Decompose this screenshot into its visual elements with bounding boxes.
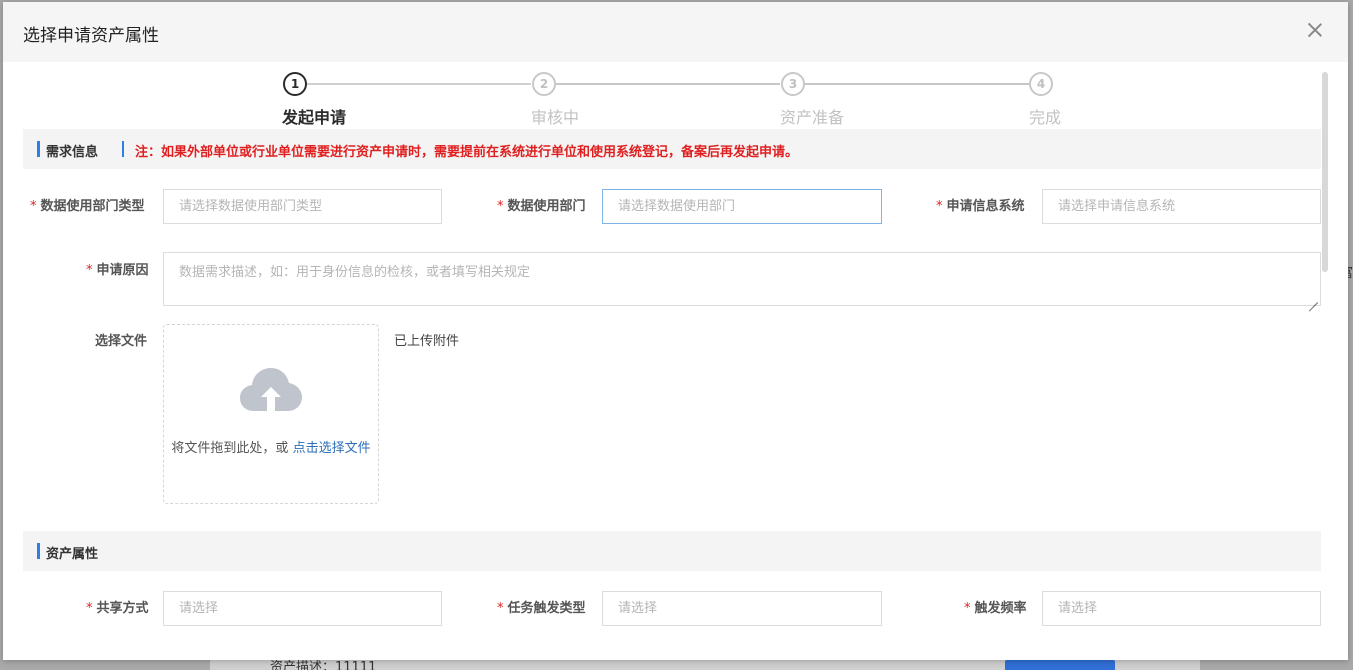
frequency-select[interactable]: 请选择 <box>1042 591 1321 626</box>
textarea-placeholder: 数据需求描述，如：用于身份信息的检核，或者填写相关规定 <box>179 265 531 280</box>
required-mark: * <box>86 263 93 278</box>
cloud-upload-icon <box>240 368 302 411</box>
dept-label: * 数据使用部门 <box>497 195 586 214</box>
step-1-circle: 1 <box>283 72 307 96</box>
trigger-type-label: * 任务触发类型 <box>497 597 586 616</box>
section-title: 需求信息 <box>46 145 99 160</box>
file-dropzone[interactable]: 将文件拖到此处，或 点击选择文件 <box>163 324 379 504</box>
required-mark: * <box>497 199 504 214</box>
share-select[interactable]: 请选择 <box>163 591 442 626</box>
file-label: 选择文件 <box>95 334 148 349</box>
dialog-title: 选择申请资产属性 <box>23 26 159 46</box>
step-connector <box>307 83 531 85</box>
section-title: 资产属性 <box>46 547 99 562</box>
resize-handle-icon[interactable] <box>1308 293 1318 303</box>
step-3-label: 资产准备 <box>780 108 845 127</box>
dialog-header: 选择申请资产属性 <box>3 2 1348 62</box>
section-accent-bar <box>37 141 40 157</box>
upload-hint: 将文件拖到此处，或 点击选择文件 <box>164 437 378 456</box>
section-accent-bar <box>37 543 40 559</box>
label-text: 数据使用部门类型 <box>40 199 145 214</box>
step-1-label: 发起申请 <box>282 108 347 127</box>
system-select[interactable]: 请选择申请信息系统 <box>1042 189 1321 224</box>
select-file-link[interactable]: 点击选择文件 <box>293 441 371 456</box>
share-label: * 共享方式 <box>86 597 149 616</box>
section-note: 注：如果外部单位或行业单位需要进行资产申请时，需要提前在系统进行单位和使用系统登… <box>135 145 799 160</box>
trigger-type-select[interactable]: 请选择 <box>602 591 882 626</box>
label-text: 申请信息系统 <box>946 199 1025 214</box>
uploaded-attachments-label: 已上传附件 <box>394 334 460 349</box>
required-mark: * <box>964 601 971 616</box>
label-text: 共享方式 <box>96 601 149 616</box>
text-cursor <box>122 141 124 157</box>
required-mark: * <box>30 199 37 214</box>
step-4-label: 完成 <box>1029 108 1062 127</box>
step-connector <box>556 83 780 85</box>
required-mark: * <box>936 199 943 214</box>
reason-textarea[interactable]: 数据需求描述，如：用于身份信息的检核，或者填写相关规定 <box>163 252 1321 306</box>
step-4-circle: 4 <box>1029 72 1053 96</box>
backdrop-button <box>1005 660 1115 670</box>
asset-section-header: 资产属性 <box>23 531 1321 571</box>
dept-select[interactable]: 请选择数据使用部门 <box>602 189 882 224</box>
upload-hint-text: 将文件拖到此处，或 <box>171 441 289 456</box>
demand-section-header: 需求信息 注：如果外部单位或行业单位需要进行资产申请时，需要提前在系统进行单位和… <box>23 129 1321 169</box>
system-label: * 申请信息系统 <box>936 195 1025 214</box>
step-2-circle: 2 <box>532 72 556 96</box>
step-connector <box>805 83 1029 85</box>
dialog-body: 1 2 3 4 发起申请 审核中 资产准备 完成 需求信息 注：如果外部单位或行… <box>3 62 1348 660</box>
label-text: 数据使用部门 <box>507 199 586 214</box>
required-mark: * <box>497 601 504 616</box>
progress-steps: 1 2 3 4 发起申请 审核中 资产准备 完成 <box>3 62 1348 128</box>
close-icon[interactable] <box>1304 19 1326 41</box>
reason-label: * 申请原因 <box>86 259 149 278</box>
dept-type-select[interactable]: 请选择数据使用部门类型 <box>163 189 442 224</box>
frequency-label: * 触发频率 <box>964 597 1027 616</box>
dept-type-label: * 数据使用部门类型 <box>30 195 145 214</box>
label-text: 任务触发类型 <box>507 601 586 616</box>
step-3-circle: 3 <box>781 72 805 96</box>
step-2-label: 审核中 <box>531 108 580 127</box>
asset-apply-dialog: 选择申请资产属性 1 2 3 4 发起申请 审核中 资产准备 完成 需求信息 注… <box>3 2 1348 660</box>
required-mark: * <box>86 601 93 616</box>
label-text: 申请原因 <box>96 263 149 278</box>
label-text: 触发频率 <box>974 601 1027 616</box>
